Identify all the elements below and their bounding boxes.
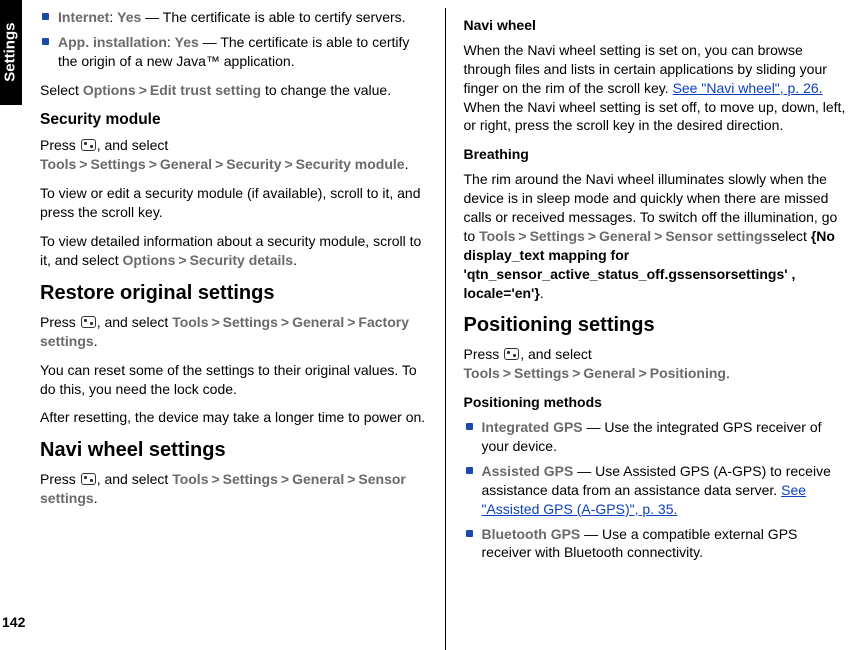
text: Press (40, 137, 80, 153)
list-item: Internet: Yes — The certificate is able … (40, 8, 427, 27)
menu-general: General (583, 365, 635, 381)
menu-tools: Tools (172, 314, 208, 330)
breathing-paragraph: The rim around the Navi wheel illuminate… (464, 170, 851, 302)
menu-general: General (292, 314, 344, 330)
menu-settings: Settings (223, 314, 278, 330)
menu-security-details: Security details (190, 252, 294, 268)
two-column-layout: Internet: Yes — The certificate is able … (0, 0, 860, 650)
positioning-path: Press , and select Tools>Settings>Genera… (464, 345, 851, 383)
left-column: Internet: Yes — The certificate is able … (40, 8, 427, 650)
menu-security-module: Security module (296, 156, 405, 172)
menu-settings: Settings (223, 471, 278, 487)
certificate-bullets: Internet: Yes — The certificate is able … (40, 8, 427, 71)
menu-key-icon (504, 348, 519, 360)
restore-path: Press , and select Tools>Settings>Genera… (40, 313, 427, 351)
chevron-icon: > (654, 228, 662, 244)
restore-p1: You can reset some of the settings to th… (40, 361, 427, 399)
restore-p2: After resetting, the device may take a l… (40, 408, 427, 427)
item-value: Yes (175, 34, 199, 50)
chevron-icon: > (149, 156, 157, 172)
menu-options: Options (123, 252, 176, 268)
item-value: Yes (117, 9, 141, 25)
item-label: Internet (58, 9, 109, 25)
navi-wheel-paragraph: When the Navi wheel setting is set on, y… (464, 41, 851, 135)
chevron-icon: > (215, 156, 223, 172)
chevron-icon: > (347, 314, 355, 330)
menu-settings: Settings (90, 156, 145, 172)
right-column: Navi wheel When the Navi wheel setting i… (464, 8, 851, 650)
positioning-heading: Positioning settings (464, 312, 851, 339)
item-desc: — The certificate is able to certify ser… (141, 9, 405, 25)
item-label: Assisted GPS (482, 463, 574, 479)
positioning-bullets: Integrated GPS — Use the integrated GPS … (464, 418, 851, 562)
security-module-p1: To view or edit a security module (if av… (40, 184, 427, 222)
security-module-path: Press , and select Tools>Settings>Genera… (40, 136, 427, 174)
menu-general: General (292, 471, 344, 487)
chevron-icon: > (211, 471, 219, 487)
menu-general: General (160, 156, 212, 172)
list-item: Bluetooth GPS — Use a compatible externa… (464, 525, 851, 563)
text: select (770, 228, 810, 244)
text: , and select (97, 137, 169, 153)
navi-wheel-link[interactable]: See "Navi wheel", p. 26. (673, 80, 823, 96)
menu-security: Security (226, 156, 281, 172)
edit-trust-paragraph: Select Options>Edit trust setting to cha… (40, 81, 427, 100)
text: Press (40, 471, 80, 487)
text: Press (464, 346, 504, 362)
chevron-icon: > (281, 314, 289, 330)
chevron-icon: > (139, 82, 147, 98)
security-module-p2: To view detailed information about a sec… (40, 232, 427, 270)
chevron-icon: > (347, 471, 355, 487)
side-tab-label: Settings (1, 23, 21, 82)
text: , and select (520, 346, 592, 362)
side-tab: Settings (0, 0, 22, 105)
text: Press (40, 314, 80, 330)
text: Select (40, 82, 83, 98)
chevron-icon: > (211, 314, 219, 330)
menu-options: Options (83, 82, 136, 98)
list-item: Integrated GPS — Use the integrated GPS … (464, 418, 851, 456)
navi-wheel-subheading: Navi wheel (464, 16, 851, 35)
menu-settings: Settings (530, 228, 585, 244)
chevron-icon: > (518, 228, 526, 244)
list-item: App. installation: Yes — The certificate… (40, 33, 427, 71)
security-module-heading: Security module (40, 110, 427, 131)
menu-tools: Tools (479, 228, 515, 244)
menu-key-icon (81, 139, 96, 151)
chevron-icon: > (281, 471, 289, 487)
text: , and select (97, 314, 173, 330)
breathing-subheading: Breathing (464, 145, 851, 164)
chevron-icon: > (503, 365, 511, 381)
menu-general: General (599, 228, 651, 244)
column-divider (445, 8, 446, 650)
chevron-icon: > (284, 156, 292, 172)
chevron-icon: > (178, 252, 186, 268)
restore-heading: Restore original settings (40, 280, 427, 307)
menu-sensor-settings: Sensor settings (665, 228, 770, 244)
text: , and select (97, 471, 173, 487)
item-label: Integrated GPS (482, 419, 583, 435)
list-item: Assisted GPS — Use Assisted GPS (A-GPS) … (464, 462, 851, 519)
item-label: App. installation (58, 34, 167, 50)
menu-key-icon (81, 473, 96, 485)
menu-key-icon (81, 316, 96, 328)
item-label: Bluetooth GPS (482, 526, 581, 542)
navi-wheel-heading: Navi wheel settings (40, 437, 427, 464)
positioning-methods-subheading: Positioning methods (464, 393, 851, 412)
chevron-icon: > (639, 365, 647, 381)
menu-tools: Tools (464, 365, 500, 381)
menu-settings: Settings (514, 365, 569, 381)
chevron-icon: > (572, 365, 580, 381)
menu-edit-trust: Edit trust setting (150, 82, 261, 98)
navi-wheel-path: Press , and select Tools>Settings>Genera… (40, 470, 427, 508)
menu-tools: Tools (40, 156, 76, 172)
page-number: 142 (2, 613, 25, 632)
menu-positioning: Positioning (650, 365, 726, 381)
chevron-icon: > (79, 156, 87, 172)
text: When the Navi wheel setting is set off, … (464, 99, 846, 134)
chevron-icon: > (588, 228, 596, 244)
menu-tools: Tools (172, 471, 208, 487)
text: to change the value. (261, 82, 391, 98)
